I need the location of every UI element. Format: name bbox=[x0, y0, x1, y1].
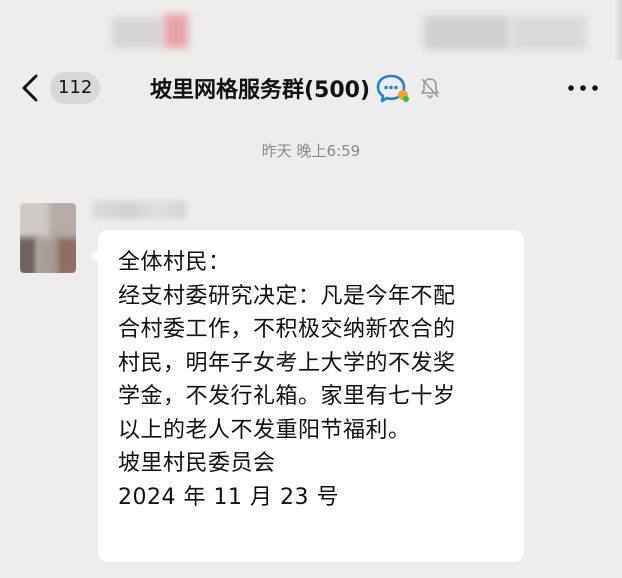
chevron-left-icon[interactable] bbox=[18, 72, 42, 104]
message-line-3: 合村委工作，不积极交纳新农合的 bbox=[118, 317, 456, 342]
message-line-6: 以上的老人不发重阳节福利。 bbox=[118, 417, 411, 443]
sender-name-blurred bbox=[92, 201, 186, 219]
blurred-status-right-2 bbox=[512, 16, 586, 50]
message-date: 2024 年 11 月 23 号 bbox=[118, 484, 339, 510]
blurred-status-right bbox=[424, 16, 510, 50]
more-dots-icon[interactable] bbox=[566, 72, 600, 104]
chat-title-area[interactable]: 坡里网格服务群(500) bbox=[150, 70, 440, 106]
back-button[interactable]: 112 bbox=[18, 70, 101, 106]
blurred-status-center bbox=[164, 14, 188, 48]
message-line-2: 经支村委研究决定：凡是今年不配 bbox=[118, 283, 456, 309]
message-timestamp: 昨天 晚上6:59 bbox=[261, 142, 361, 160]
message-line-4: 村民，明年子女考上大学的不发奖 bbox=[118, 350, 456, 376]
message-signature: 坡里村民委员会 bbox=[118, 451, 276, 476]
message-line-5: 学金，不发行礼箱。家里有七十岁 bbox=[118, 384, 456, 409]
screen-edge bbox=[614, 0, 622, 60]
nav-bar: 112 坡里网格服务群(500) bbox=[0, 60, 622, 116]
unread-count-badge[interactable]: 112 bbox=[50, 72, 101, 104]
bell-off-icon bbox=[421, 78, 439, 99]
sender-avatar[interactable] bbox=[20, 203, 76, 273]
blurred-status-left bbox=[112, 18, 162, 48]
group-chat-icon bbox=[376, 74, 410, 103]
message-line-1: 全体村民： bbox=[118, 250, 231, 275]
chat-title[interactable]: 坡里网格服务群(500) bbox=[150, 72, 370, 104]
status-bar bbox=[0, 0, 622, 60]
message-bubble[interactable]: 全体村民： 经支村委研究决定：凡是今年不配 合村委工作，不积极交纳新农合的 村民… bbox=[98, 230, 524, 562]
